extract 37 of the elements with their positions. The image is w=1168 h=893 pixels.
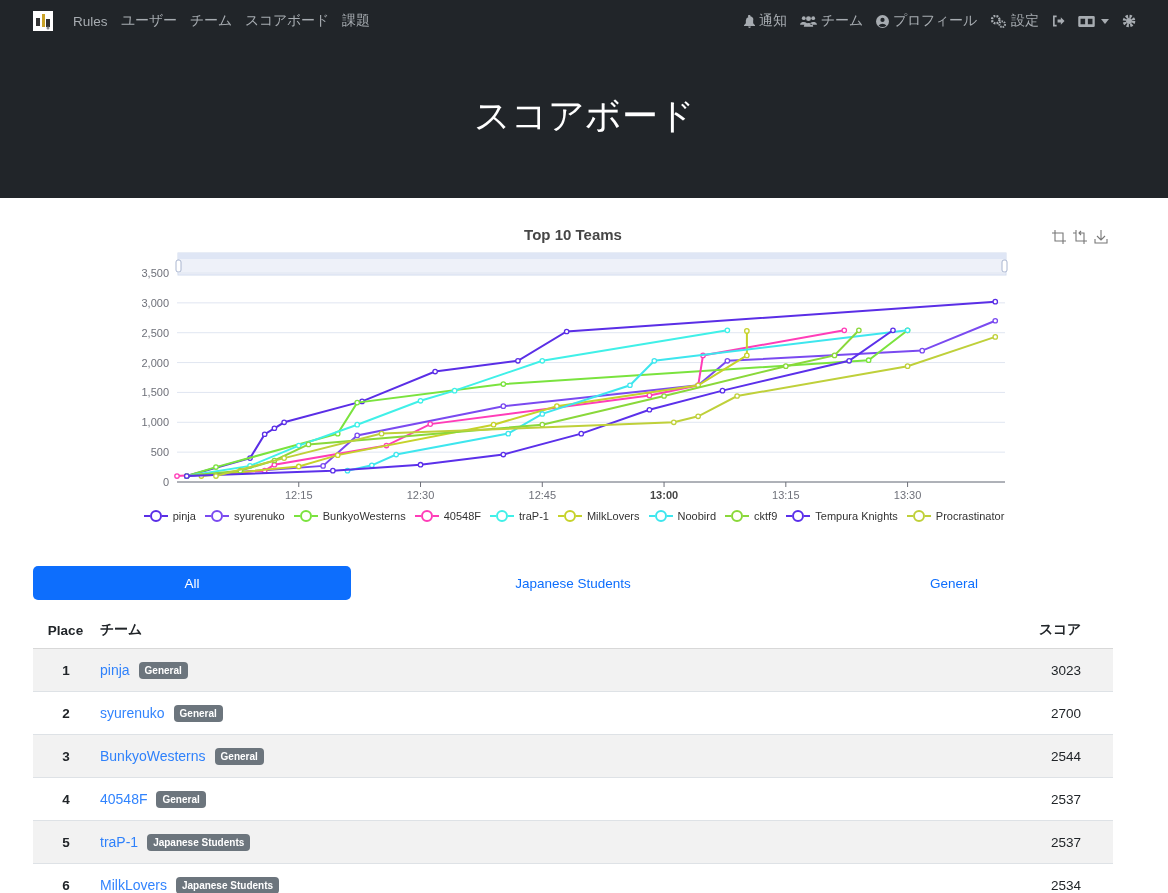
place-number: 1 <box>62 662 70 678</box>
column-header: スコア <box>980 612 1113 649</box>
y-axis-label: 0 <box>162 476 169 488</box>
y-axis-label: 3,500 <box>141 267 169 279</box>
category-badge: General <box>214 747 264 765</box>
place-number: 2 <box>62 705 70 721</box>
x-axis-label: 13:15 <box>772 489 800 500</box>
x-axis-label: 12:30 <box>406 489 435 500</box>
place-number: 5 <box>62 834 70 850</box>
chart-title: Top 10 Teams <box>523 226 623 243</box>
x-axis-label: 12:15 <box>285 489 313 500</box>
category-badge: Japanese Students <box>175 876 280 893</box>
x-axis-label: 12:45 <box>528 489 557 500</box>
column-header: チーム <box>99 612 980 649</box>
place-number: 6 <box>62 877 70 893</box>
category-badge: General <box>173 704 223 722</box>
score-value: 2537 <box>1050 834 1081 850</box>
y-axis-label: 1,500 <box>141 386 169 399</box>
y-axis-label: 2,500 <box>141 326 169 339</box>
column-header: Place <box>33 612 99 649</box>
score-value: 2534 <box>1050 877 1081 893</box>
category-badge: General <box>156 790 206 808</box>
score-value: 3023 <box>1050 662 1081 678</box>
x-axis-label: 13:00 <box>650 489 679 500</box>
score-value: 2537 <box>1050 791 1081 807</box>
place-number: 3 <box>62 748 70 764</box>
place-number: 4 <box>62 791 70 807</box>
y-axis-label: 1,000 <box>141 416 169 429</box>
category-badge: Japanese Students <box>147 833 251 851</box>
y-axis-label: 3,000 <box>141 296 169 309</box>
y-axis-label: 2,000 <box>141 356 169 369</box>
y-axis-label: 500 <box>150 446 169 459</box>
score-value: 2700 <box>1050 705 1081 721</box>
category-badge: General <box>138 661 188 679</box>
x-axis-label: 13:30 <box>893 489 922 500</box>
score-value: 2544 <box>1050 748 1081 764</box>
page-title: スコアボード <box>473 93 695 138</box>
